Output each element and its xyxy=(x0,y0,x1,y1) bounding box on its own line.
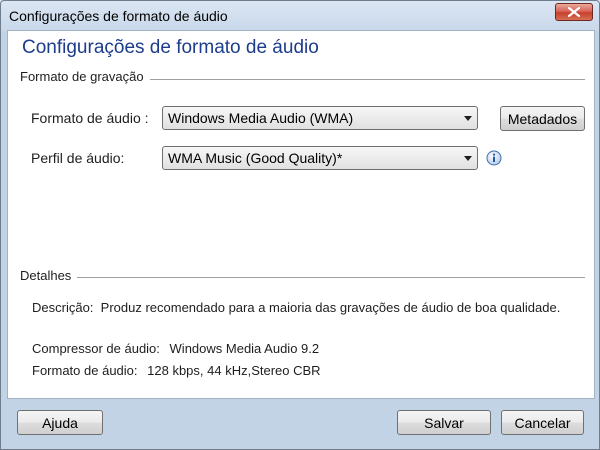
details-group-label: Detalhes xyxy=(20,268,78,283)
dialog-content: Configurações de formato de áudio Format… xyxy=(7,30,595,399)
chevron-down-icon xyxy=(464,156,472,161)
title-bar[interactable]: Configurações de formato de áudio xyxy=(1,1,599,31)
help-button[interactable]: Ajuda xyxy=(17,410,103,435)
audio-profile-label: Perfil de áudio: xyxy=(31,150,125,166)
audio-profile-select[interactable]: WMA Music (Good Quality)* xyxy=(162,146,478,170)
format-label: Formato de áudio: xyxy=(32,363,138,378)
dialog-window: Configurações de formato de áudio Config… xyxy=(0,0,600,450)
page-title: Configurações de formato de áudio xyxy=(22,37,319,58)
description-label: Descrição: xyxy=(32,300,94,315)
chevron-down-icon xyxy=(464,116,472,121)
format-value: 128 kbps, 44 kHz,Stereo CBR xyxy=(147,363,321,378)
description-value: Produz recomendado para a maioria das gr… xyxy=(100,300,561,315)
close-icon xyxy=(568,7,580,17)
audio-format-value: Windows Media Audio (WMA) xyxy=(168,110,354,126)
audio-format-label: Formato de áudio : xyxy=(31,110,149,126)
audio-format-select[interactable]: Windows Media Audio (WMA) xyxy=(162,106,478,130)
recording-group-label: Formato de gravação xyxy=(20,69,150,84)
metadata-button[interactable]: Metadados xyxy=(500,106,585,131)
info-icon[interactable] xyxy=(486,150,502,166)
audio-profile-value: WMA Music (Good Quality)* xyxy=(168,150,343,166)
window-title: Configurações de formato de áudio xyxy=(9,8,228,24)
compressor-line: Compressor de áudio: Windows Media Audio… xyxy=(32,341,319,356)
cancel-button[interactable]: Cancelar xyxy=(501,410,584,435)
details-group-divider xyxy=(20,277,585,278)
compressor-label: Compressor de áudio: xyxy=(32,341,160,356)
description-text: Descrição: Produz recomendado para a mai… xyxy=(32,299,572,316)
format-line: Formato de áudio: 128 kbps, 44 kHz,Stere… xyxy=(32,363,321,378)
close-button[interactable] xyxy=(555,3,593,21)
compressor-value: Windows Media Audio 9.2 xyxy=(169,341,320,356)
save-button[interactable]: Salvar xyxy=(397,410,491,435)
